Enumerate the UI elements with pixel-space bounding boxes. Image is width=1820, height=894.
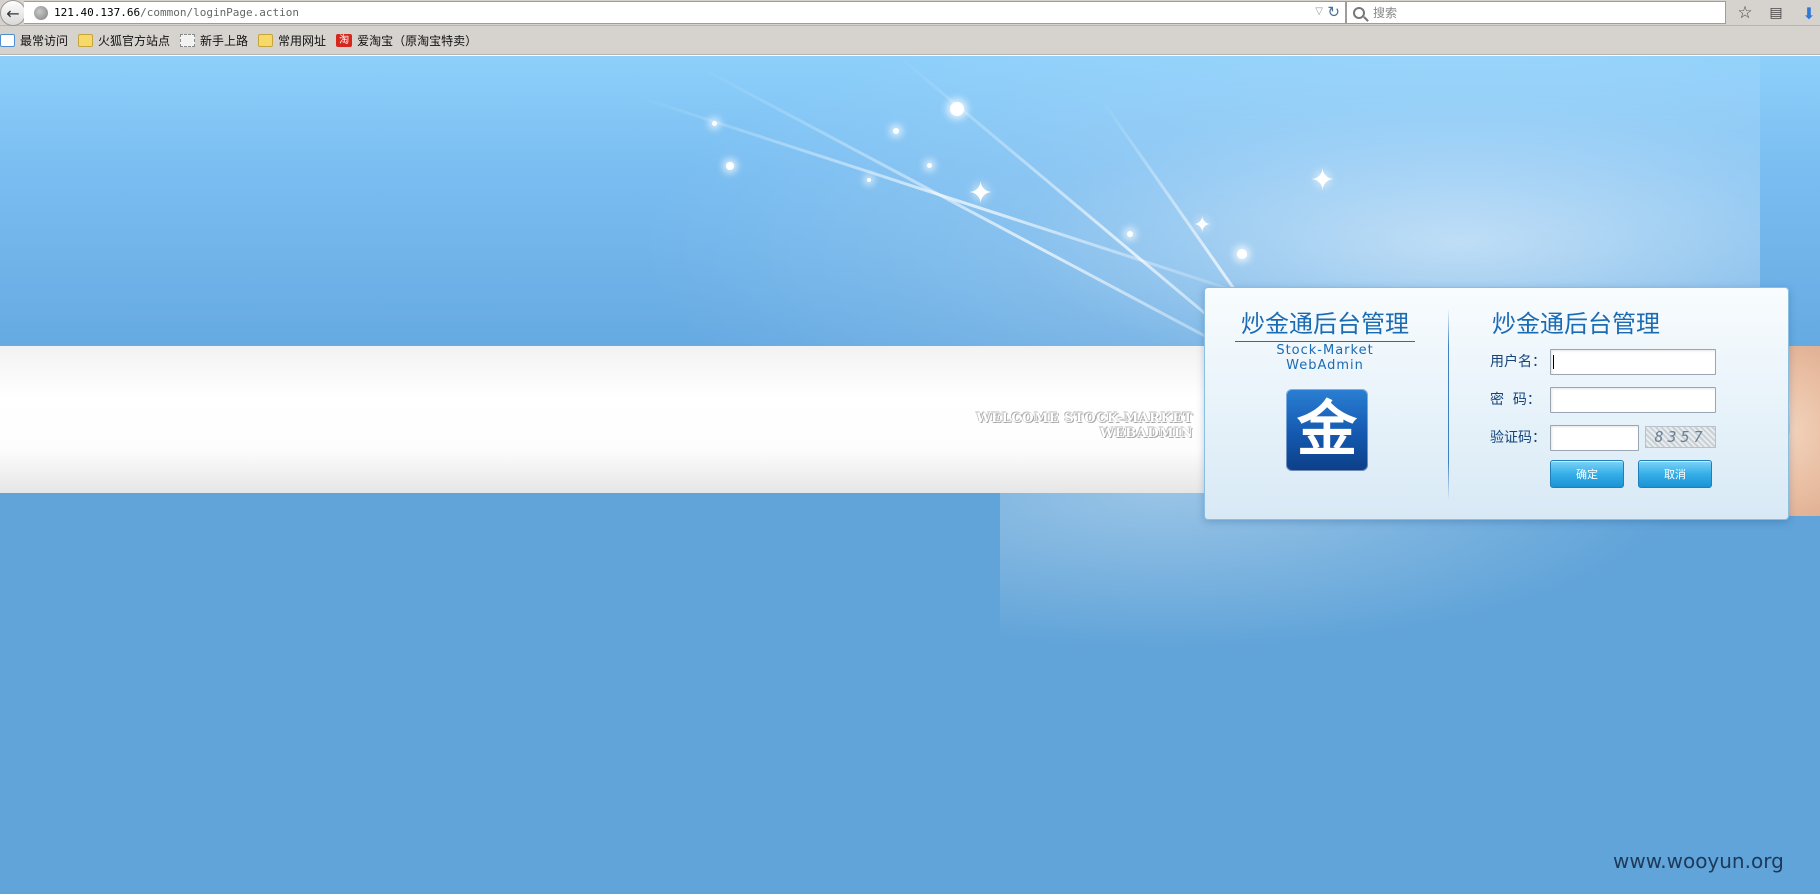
site-identity-icon[interactable] xyxy=(34,5,48,20)
brand-subtitle: Stock-Market WebAdmin xyxy=(1276,343,1374,373)
reload-icon[interactable]: ↻ xyxy=(1327,3,1340,21)
page-icon xyxy=(180,33,196,47)
search-bar[interactable]: 搜索 xyxy=(1346,1,1726,24)
sparkle xyxy=(712,121,717,126)
bookmarks-toolbar: 最常访问 火狐官方站点 新手上路 常用网址 淘 爱淘宝（原淘宝特卖） xyxy=(0,26,1820,55)
bookmark-most-visited[interactable]: 最常访问 xyxy=(0,32,68,49)
captcha-image[interactable]: 8357 xyxy=(1645,426,1716,448)
sparkle xyxy=(726,162,734,170)
panel-divider xyxy=(1448,308,1449,500)
sparkle xyxy=(927,163,932,168)
back-button[interactable]: ← xyxy=(0,0,26,26)
sparkle xyxy=(1127,231,1133,237)
brand-title: 炒金通后台管理 xyxy=(1235,304,1415,342)
username-input[interactable] xyxy=(1550,349,1716,375)
url-text: 121.40.137.66/common/loginPage.action xyxy=(54,6,300,19)
username-label: 用户名： xyxy=(1490,354,1546,370)
bookmark-star-icon[interactable]: ☆ xyxy=(1734,2,1756,24)
search-placeholder: 搜索 xyxy=(1373,6,1398,20)
confirm-button[interactable]: 确定 xyxy=(1550,460,1624,488)
watermark: www.wooyun.org xyxy=(1613,849,1784,873)
sparkle xyxy=(950,102,964,116)
lower-glow xyxy=(1000,493,1820,693)
sparkle xyxy=(893,128,899,134)
download-icon[interactable]: ⬇ xyxy=(1798,2,1820,24)
bookmark-common-sites[interactable]: 常用网址 xyxy=(258,32,326,49)
most-visited-icon xyxy=(0,33,15,47)
browser-toolbar: ← 121.40.137.66/common/loginPage.action … xyxy=(0,0,1820,26)
password-label: 密 码： xyxy=(1490,392,1541,408)
cancel-button[interactable]: 取消 xyxy=(1638,460,1712,488)
folder-icon xyxy=(78,33,94,47)
star-sparkle: ✦ xyxy=(1193,213,1212,238)
star-sparkle: ✦ xyxy=(968,176,994,211)
address-bar[interactable]: 121.40.137.66/common/loginPage.action ▽ … xyxy=(24,1,1346,24)
bookmark-getting-started[interactable]: 新手上路 xyxy=(180,32,248,49)
search-icon xyxy=(1353,6,1365,19)
bookmark-firefox-site[interactable]: 火狐官方站点 xyxy=(78,32,170,49)
captcha-label: 验证码： xyxy=(1490,430,1546,446)
password-input[interactable] xyxy=(1550,387,1716,413)
login-page: ✦ ✦ ✦ WELCOME STOCK-MARKET WEBADMIN 炒金通后… xyxy=(0,56,1820,894)
history-dropdown-icon[interactable]: ▽ xyxy=(1315,6,1323,17)
bookmarks-menu-icon[interactable]: ▤ xyxy=(1765,2,1787,24)
bookmark-taobao[interactable]: 淘 爱淘宝（原淘宝特卖） xyxy=(336,32,477,49)
star-sparkle: ✦ xyxy=(1310,163,1336,198)
back-arrow-icon: ← xyxy=(6,3,20,23)
sparkle xyxy=(1237,249,1247,259)
captcha-input[interactable] xyxy=(1550,425,1639,451)
welcome-text: WELCOME STOCK-MARKET WEBADMIN xyxy=(976,411,1193,441)
gold-logo-icon: 金 xyxy=(1286,389,1368,471)
login-panel: 炒金通后台管理 Stock-Market WebAdmin 金 炒金通后台管理 … xyxy=(1204,287,1789,520)
folder-icon xyxy=(258,33,274,47)
taobao-icon: 淘 xyxy=(336,33,353,47)
sparkle xyxy=(867,178,871,182)
form-title: 炒金通后台管理 xyxy=(1492,310,1660,338)
